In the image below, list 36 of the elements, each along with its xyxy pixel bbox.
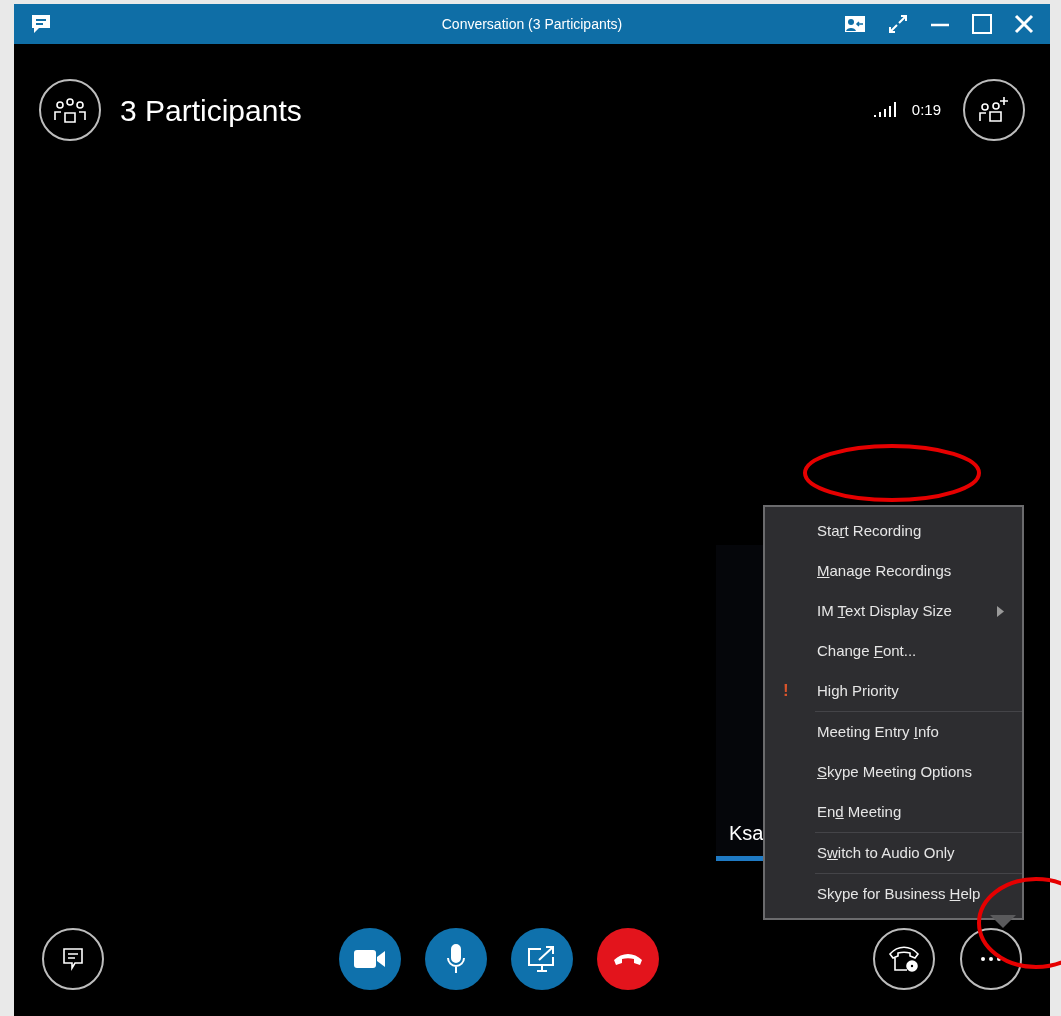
share-screen-icon — [526, 945, 557, 973]
ellipsis-icon — [981, 957, 1001, 961]
more-options-button[interactable] — [960, 928, 1022, 990]
phone-hang-up-icon — [612, 952, 643, 966]
menu-item[interactable]: End Meeting — [765, 792, 1022, 832]
menu-pointer-icon — [990, 915, 1016, 928]
priority-mark: ! — [783, 680, 789, 703]
menu-item[interactable]: Switch to Audio Only — [765, 833, 1022, 873]
menu-item[interactable]: Skype Meeting Options — [765, 752, 1022, 792]
people-icon — [52, 96, 88, 124]
menu-item[interactable]: Meeting Entry Info — [765, 712, 1022, 752]
participant-name: Ksa — [729, 821, 764, 846]
maximize-icon[interactable] — [972, 14, 992, 34]
submenu-arrow-icon — [997, 605, 1004, 617]
menu-item[interactable]: ! High Priority — [765, 671, 1022, 711]
menu-item[interactable]: Change Font... — [765, 631, 1022, 671]
contact-card-icon[interactable] — [844, 15, 866, 33]
menu-item[interactable]: Skype for Business Help — [765, 874, 1022, 914]
microphone-icon — [445, 944, 466, 974]
chat-bubble-icon — [62, 947, 84, 971]
participants-button[interactable] — [39, 79, 101, 141]
menu-item[interactable]: IM Text Display Size — [765, 591, 1022, 631]
fullscreen-icon[interactable] — [888, 14, 908, 34]
call-timer: 0:19 — [911, 99, 941, 120]
phone-gear-icon — [887, 944, 921, 974]
chat-icon — [30, 13, 52, 35]
add-participant-button[interactable] — [963, 79, 1025, 141]
signal-icon — [873, 102, 898, 118]
menu-item[interactable]: Manage Recordings — [765, 551, 1022, 591]
call-controls-button[interactable] — [873, 928, 935, 990]
video-camera-icon — [353, 949, 386, 969]
close-icon[interactable] — [1014, 14, 1034, 34]
window-title: Conversation (3 Participants) — [441, 14, 623, 34]
participants-title: 3 Participants — [120, 92, 302, 129]
chat-button[interactable] — [42, 928, 104, 990]
menu-item[interactable]: Start Recording — [765, 511, 1022, 551]
